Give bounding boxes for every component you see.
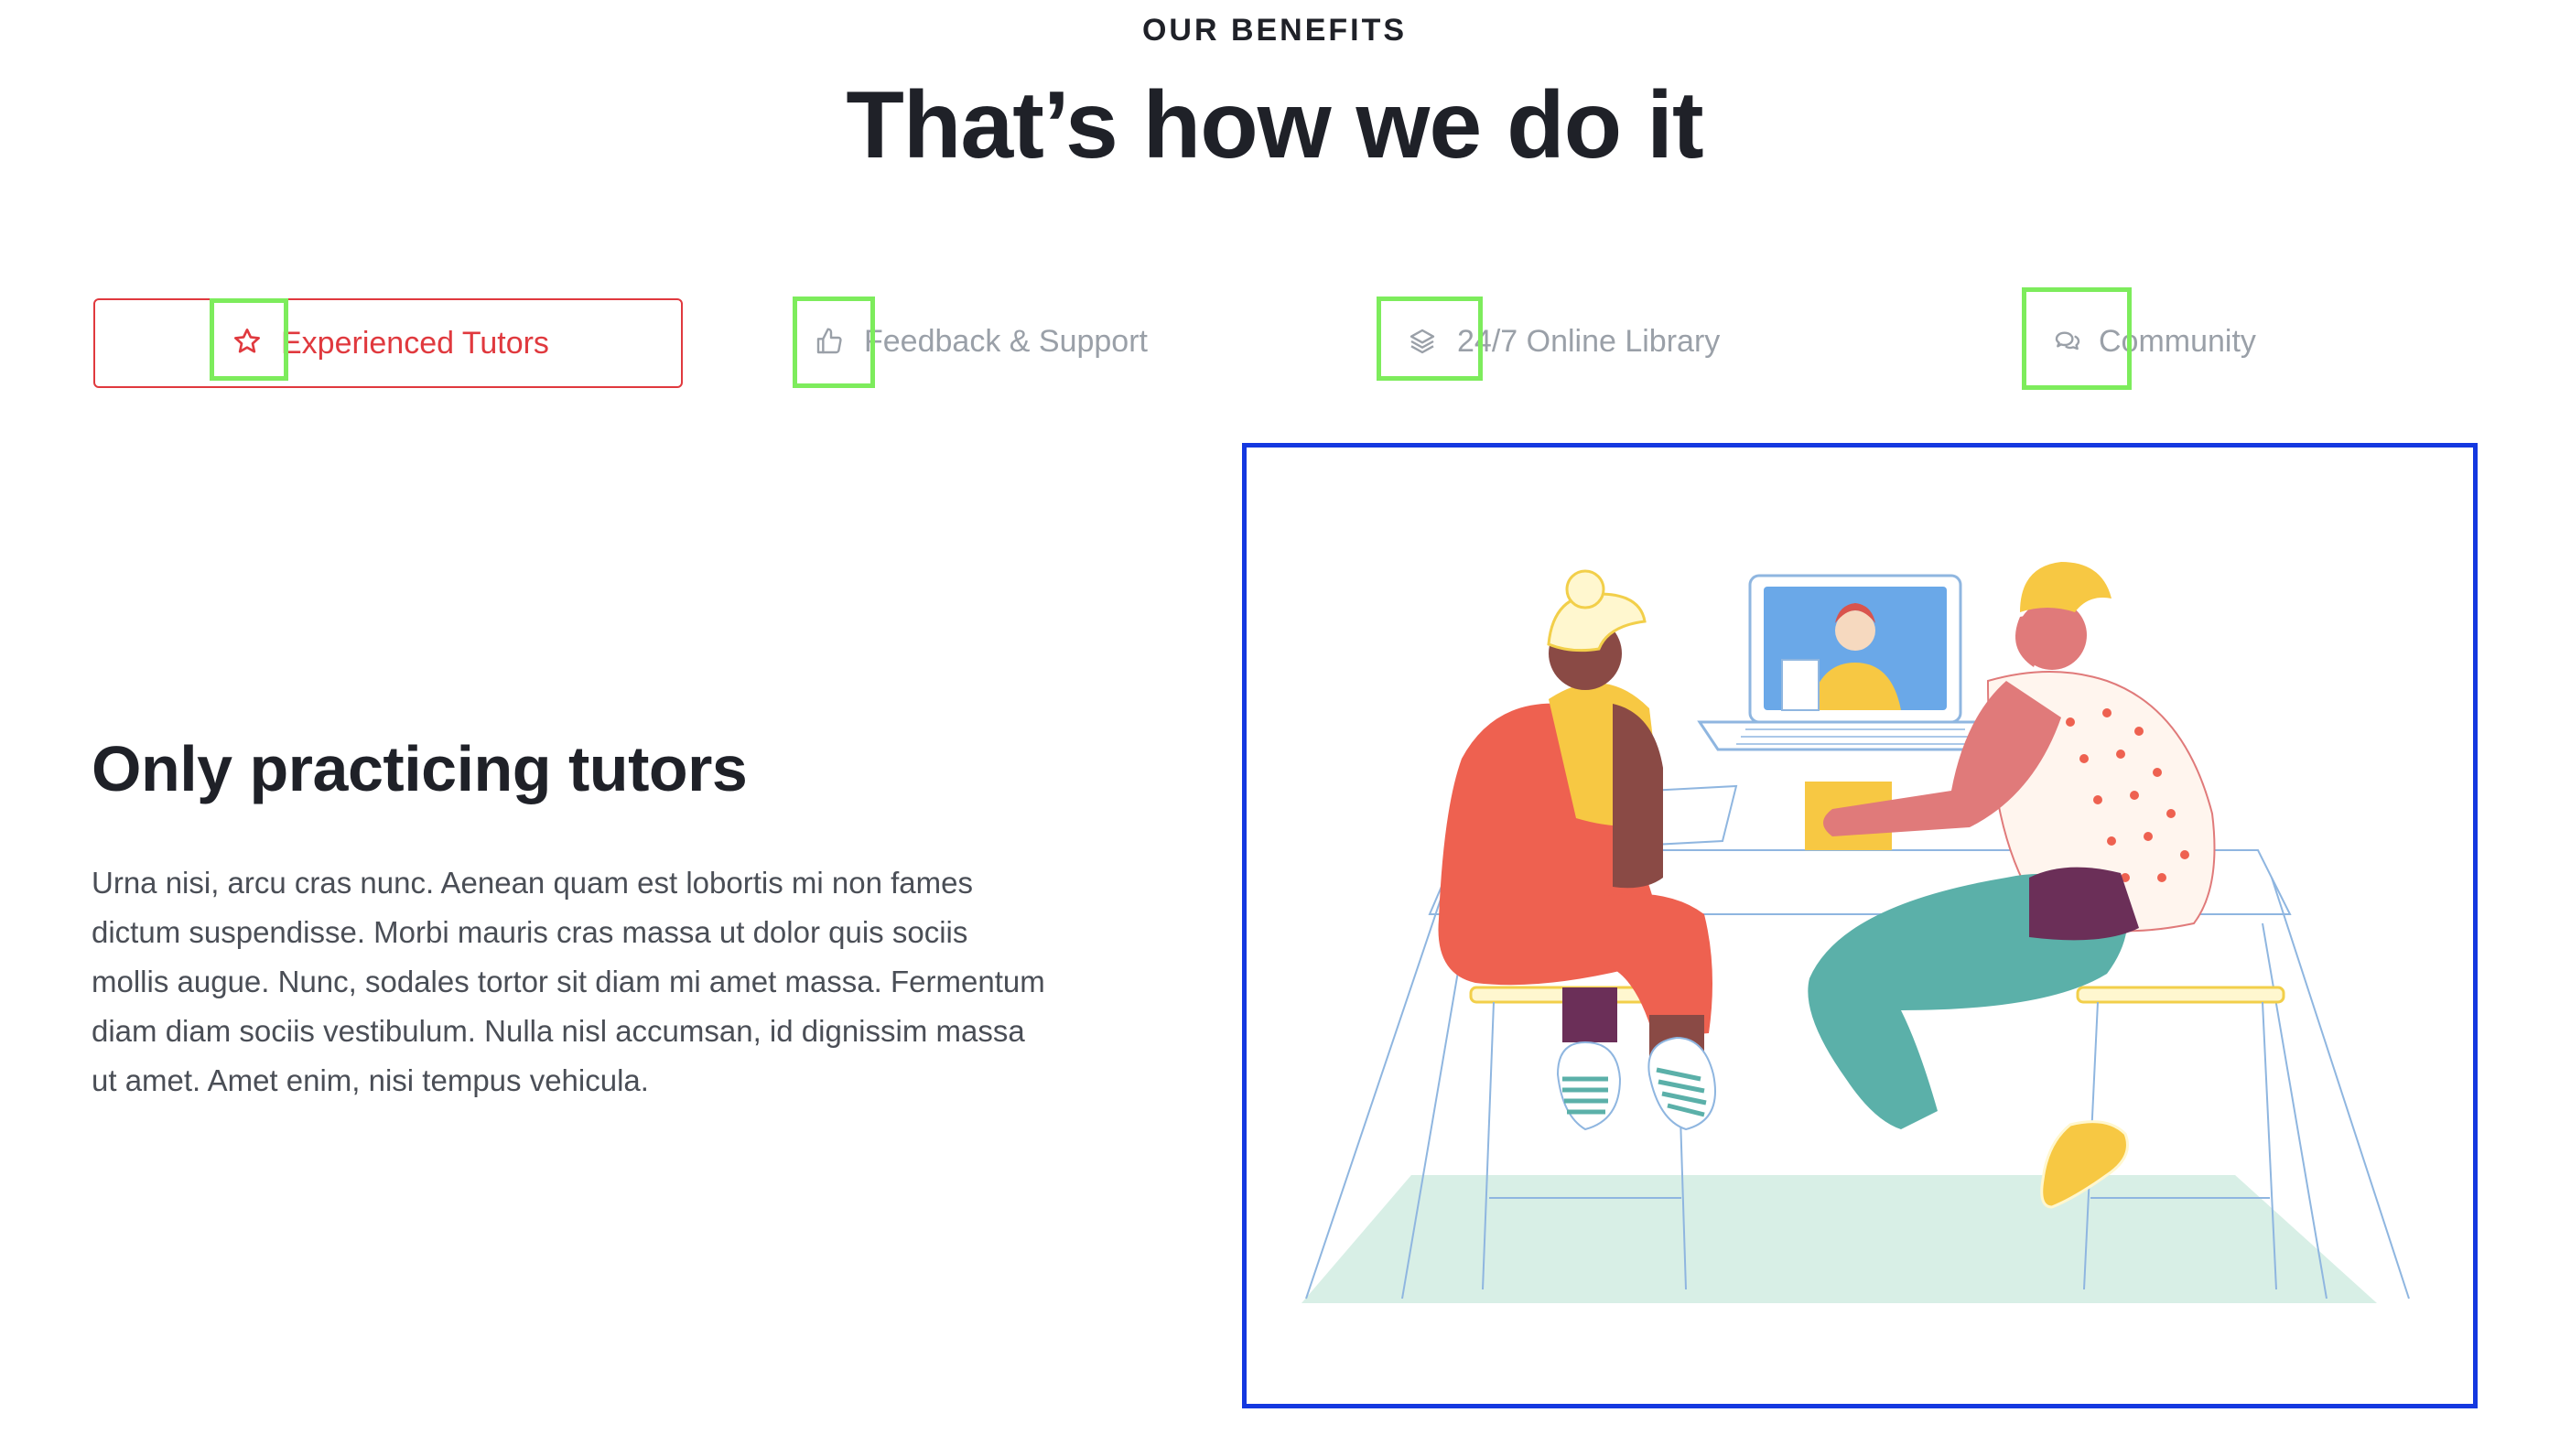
tutoring-illustration xyxy=(1302,562,2410,1303)
tab-label: 24/7 Online Library xyxy=(1457,323,1721,359)
thumbs-up-icon xyxy=(815,327,844,356)
star-icon xyxy=(232,327,262,356)
content-paragraph: Urna nisi, arcu cras nunc. Aenean quam e… xyxy=(92,866,1045,1097)
tab-experienced-tutors[interactable]: Experienced Tutors xyxy=(93,298,683,388)
section-title: That’s how we do it xyxy=(846,72,1703,178)
tab-label: Community xyxy=(2099,323,2256,359)
tab-feedback-support[interactable]: Feedback & Support xyxy=(796,298,1309,384)
tab-community[interactable]: Community xyxy=(2027,298,2412,384)
layers-icon xyxy=(1408,327,1437,356)
eyebrow-label: OUR BENEFITS xyxy=(1141,13,1408,48)
tab-label: Feedback & Support xyxy=(864,323,1148,359)
chat-bubbles-icon xyxy=(2053,327,2082,356)
tab-label: Experienced Tutors xyxy=(281,325,549,361)
content-heading: Only practicing tutors xyxy=(92,733,748,804)
tab-online-library[interactable]: 24/7 Online Library xyxy=(1382,298,1931,384)
illustration-frame xyxy=(1242,443,2478,1408)
